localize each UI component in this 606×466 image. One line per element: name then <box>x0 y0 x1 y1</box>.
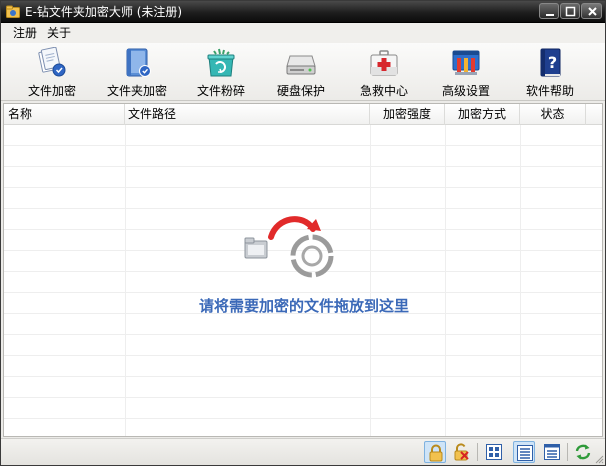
drop-hint-text: 请将需要加密的文件拖放到这里 <box>198 297 409 315</box>
refresh-button[interactable] <box>572 441 594 463</box>
folder-encrypt-label: 文件夹加密 <box>106 84 167 98</box>
column-name[interactable]: 名称 <box>4 104 125 125</box>
window-title: E-钻文件夹加密大师 (未注册) <box>25 5 183 19</box>
minimize-icon <box>546 14 554 16</box>
advanced-settings-icon <box>452 50 480 75</box>
folder-encrypt-button[interactable]: 文件夹加密 <box>97 45 177 101</box>
minimize-button[interactable] <box>539 3 559 19</box>
menu-bar: 注册 关于 <box>1 23 605 43</box>
refresh-icon <box>575 444 591 460</box>
menu-about[interactable]: 关于 <box>47 26 71 40</box>
status-separator <box>567 443 568 461</box>
drop-zone[interactable]: 请将需要加密的文件拖放到这里 <box>4 125 602 436</box>
status-separator <box>477 443 478 461</box>
maximize-button[interactable] <box>560 3 580 19</box>
disk-protect-label: 硬盘保护 <box>276 84 325 98</box>
help-book-icon: ? <box>540 48 561 77</box>
advanced-settings-label: 高级设置 <box>441 84 490 98</box>
file-shred-icon <box>207 48 235 77</box>
unlock-button[interactable] <box>450 441 472 463</box>
menu-register[interactable]: 注册 <box>13 26 37 40</box>
drag-drop-icon <box>244 216 334 278</box>
disk-protect-icon <box>286 55 316 75</box>
file-encrypt-icon <box>38 47 66 77</box>
app-window: E-钻文件夹加密大师 (未注册) 注册 关于 文件加密 文件夹加密 文件粉碎 硬… <box>0 0 606 466</box>
status-bar <box>1 438 605 465</box>
first-aid-icon <box>370 50 398 76</box>
toolbar: 文件加密 文件夹加密 文件粉碎 硬盘保护 急救中心 高级设置 ? 软件帮助 <box>1 43 605 101</box>
details-view-button[interactable] <box>513 441 535 463</box>
title-bar[interactable]: E-钻文件夹加密大师 (未注册) <box>1 1 605 23</box>
app-logo-icon <box>6 5 20 18</box>
file-list[interactable]: 名称 文件路径 加密强度 加密方式 状态 请将需要加密的文件拖放到这里 <box>3 103 603 437</box>
first-aid-button[interactable]: 急救中心 <box>344 45 424 101</box>
column-path[interactable]: 文件路径 <box>125 104 370 125</box>
details-view-icon <box>517 445 533 461</box>
list-view-icon <box>544 444 560 460</box>
help-button[interactable]: ? 软件帮助 <box>510 45 590 101</box>
large-icons-view-button[interactable] <box>483 441 505 463</box>
file-shred-button[interactable]: 文件粉碎 <box>181 45 261 101</box>
unlock-icon <box>454 443 469 461</box>
list-body[interactable]: 请将需要加密的文件拖放到这里 <box>4 125 602 436</box>
file-encrypt-button[interactable]: 文件加密 <box>12 45 92 101</box>
lock-icon <box>429 444 443 462</box>
column-method[interactable]: 加密方式 <box>445 104 520 125</box>
close-button[interactable] <box>581 3 602 19</box>
advanced-settings-button[interactable]: 高级设置 <box>426 45 506 101</box>
column-status[interactable]: 状态 <box>520 104 586 125</box>
list-header: 名称 文件路径 加密强度 加密方式 状态 <box>4 104 602 125</box>
file-encrypt-label: 文件加密 <box>27 84 76 98</box>
svg-text:?: ? <box>548 53 557 72</box>
maximize-icon <box>565 6 576 17</box>
close-icon <box>588 7 597 16</box>
folder-encrypt-icon <box>126 48 151 77</box>
column-strength[interactable]: 加密强度 <box>370 104 445 125</box>
first-aid-label: 急救中心 <box>359 84 408 98</box>
file-shred-label: 文件粉碎 <box>196 84 245 98</box>
large-icons-view-icon <box>486 444 502 460</box>
disk-protect-button[interactable]: 硬盘保护 <box>261 45 341 101</box>
resize-grip-icon[interactable] <box>594 454 604 464</box>
list-view-button[interactable] <box>541 441 563 463</box>
help-label: 软件帮助 <box>525 84 574 98</box>
lock-button[interactable] <box>424 441 446 463</box>
